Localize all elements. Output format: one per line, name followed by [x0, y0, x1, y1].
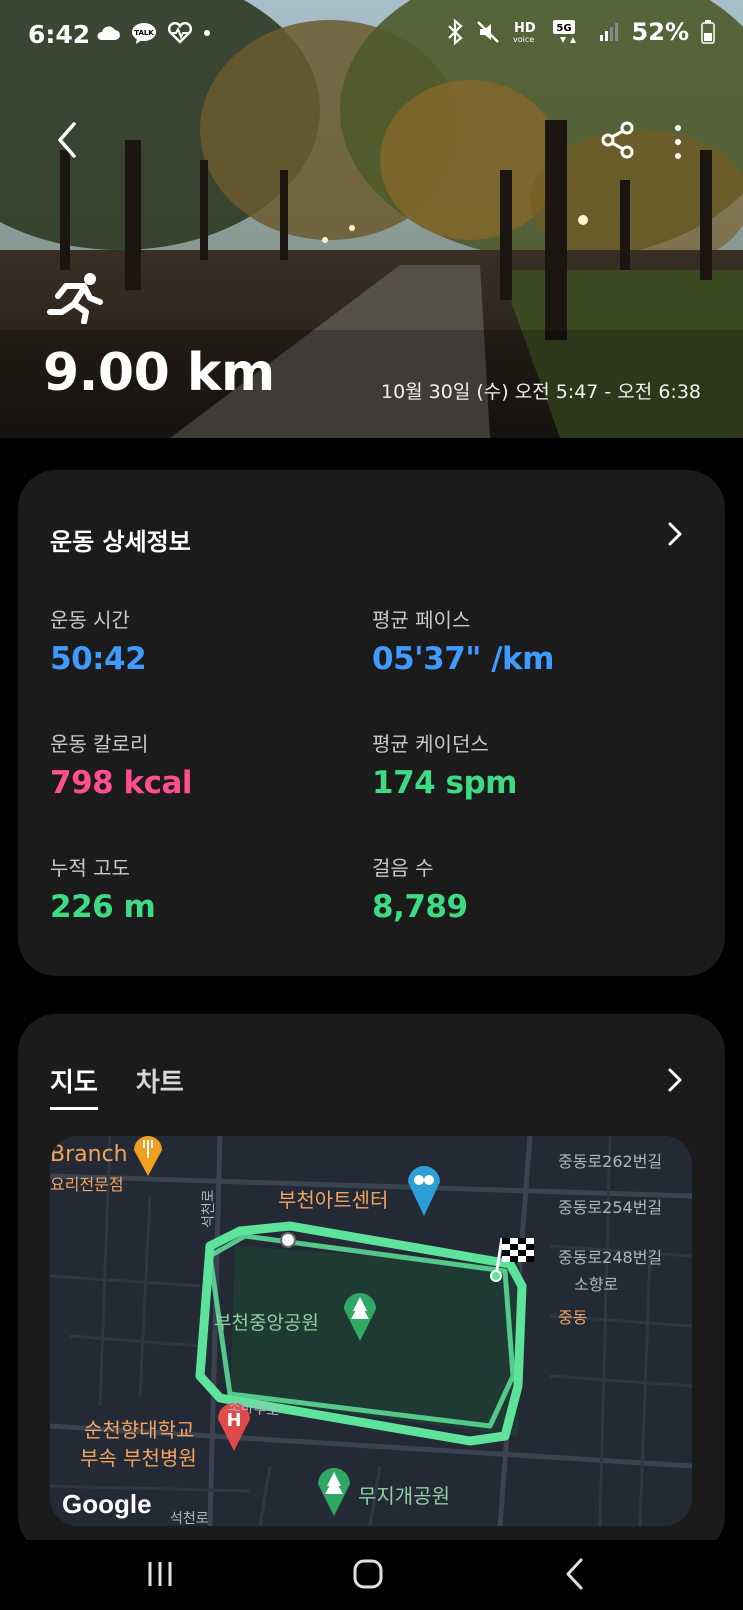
details-title: 운동 상세정보	[50, 528, 191, 556]
workout-details-card[interactable]: 운동 상세정보 운동 시간 50:42 평균 페이스 05'37" /km 운동…	[18, 470, 725, 976]
map-label-road-248: 중동로248번길	[558, 1248, 663, 1267]
stat-elevation: 누적 고도 226 m	[50, 852, 156, 925]
stat-duration: 운동 시간 50:42	[50, 604, 147, 677]
tab-map[interactable]: 지도	[50, 1062, 98, 1110]
art-center-pin-icon	[408, 1166, 440, 1216]
status-bar: 6:42 TALK HD voice 5G 52%	[0, 0, 743, 70]
stat-steps: 걸음 수 8,789	[372, 852, 468, 925]
route-map[interactable]: H Branch 요리전문점 부천아트센터 중동로262번길 중동로254번길 …	[50, 1136, 692, 1526]
stat-calories: 운동 칼로리 798 kcal	[50, 728, 193, 801]
svg-text:voice: voice	[513, 35, 534, 44]
recent-apps-icon[interactable]	[140, 1554, 180, 1594]
distance-value: 9.00 km	[43, 343, 275, 403]
map-label-road-bottom: 석천로	[170, 1511, 209, 1526]
map-chart-card: 지도 차트 H Branch 요리전문점 부천아트센터 중동로262번길 중동로…	[18, 1014, 725, 1554]
battery-icon	[701, 20, 715, 44]
home-icon[interactable]	[348, 1554, 388, 1594]
back-nav-icon[interactable]	[556, 1554, 596, 1594]
map-label-sohyang: 소향로	[574, 1275, 619, 1294]
stat-value: 174 spm	[372, 765, 517, 801]
date-range: 10월 30일 (수) 오전 5:47 - 오전 6:38	[380, 381, 701, 403]
start-point	[280, 1232, 296, 1248]
stat-cadence: 평균 케이던스 174 spm	[372, 728, 517, 801]
stat-label: 평균 케이던스	[372, 732, 489, 756]
chevron-right-icon[interactable]	[665, 520, 685, 548]
stat-label: 운동 칼로리	[50, 732, 149, 756]
cloud-icon	[97, 26, 120, 40]
map-label-art-center: 부천아트센터	[278, 1188, 389, 1212]
map-label-hospital-1: 순천향대학교	[84, 1418, 195, 1442]
map-label-park: 부천중앙공원	[214, 1312, 319, 1334]
tab-bar: 지도 차트	[50, 1062, 184, 1110]
stat-value: 05'37" /km	[372, 641, 554, 677]
mute-icon	[476, 21, 499, 43]
svg-text:HD: HD	[514, 21, 536, 36]
tab-chart[interactable]: 차트	[136, 1062, 184, 1110]
svg-text:TALK: TALK	[134, 29, 154, 37]
5g-icon: 5G	[552, 20, 576, 43]
map-label-specialty: 요리전문점	[50, 1175, 124, 1194]
battery-percent: 52%	[631, 18, 689, 46]
stat-value: 50:42	[50, 641, 147, 677]
map-label-branch: Branch	[50, 1142, 128, 1167]
rainbow-park-pin-icon	[318, 1468, 350, 1516]
hd-voice-icon: HD voice	[513, 21, 536, 44]
chevron-right-icon[interactable]	[665, 1066, 685, 1094]
status-time: 6:42	[28, 20, 91, 49]
stat-label: 평균 페이스	[372, 608, 471, 632]
svg-text:5G: 5G	[556, 23, 571, 34]
map-label-rainbow-park: 무지개공원	[358, 1484, 450, 1508]
health-icon	[167, 22, 193, 44]
google-logo: Google	[62, 1489, 152, 1519]
map-label-hospital-2: 부속 부천병원	[80, 1446, 197, 1470]
stat-value: 226 m	[50, 889, 156, 925]
stat-label: 걸음 수	[372, 856, 434, 880]
signal-icon	[599, 23, 618, 41]
map-label-road-254: 중동로254번길	[558, 1198, 663, 1217]
restaurant-pin-icon	[134, 1136, 162, 1176]
map-label-jungdong: 중동	[558, 1308, 588, 1327]
dot-icon	[204, 30, 210, 36]
stat-label: 운동 시간	[50, 608, 130, 632]
stat-label: 누적 고도	[50, 856, 130, 880]
map-label-seokcheon: 석천로	[201, 1189, 217, 1228]
stat-value: 798 kcal	[50, 765, 193, 801]
share-icon[interactable]	[600, 120, 636, 160]
stat-avg-pace: 평균 페이스 05'37" /km	[372, 604, 554, 677]
running-icon	[47, 273, 103, 324]
stat-value: 8,789	[372, 889, 468, 925]
talk-icon: TALK	[132, 23, 156, 44]
navigation-bar	[0, 1540, 743, 1610]
more-icon[interactable]	[668, 122, 688, 162]
back-icon[interactable]	[48, 118, 88, 162]
map-label-road-262: 중동로262번길	[558, 1152, 663, 1171]
bluetooth-icon	[447, 19, 463, 45]
hero-image: 6:42 TALK HD voice 5G 52% 9.00 km 10월 30…	[0, 0, 743, 438]
